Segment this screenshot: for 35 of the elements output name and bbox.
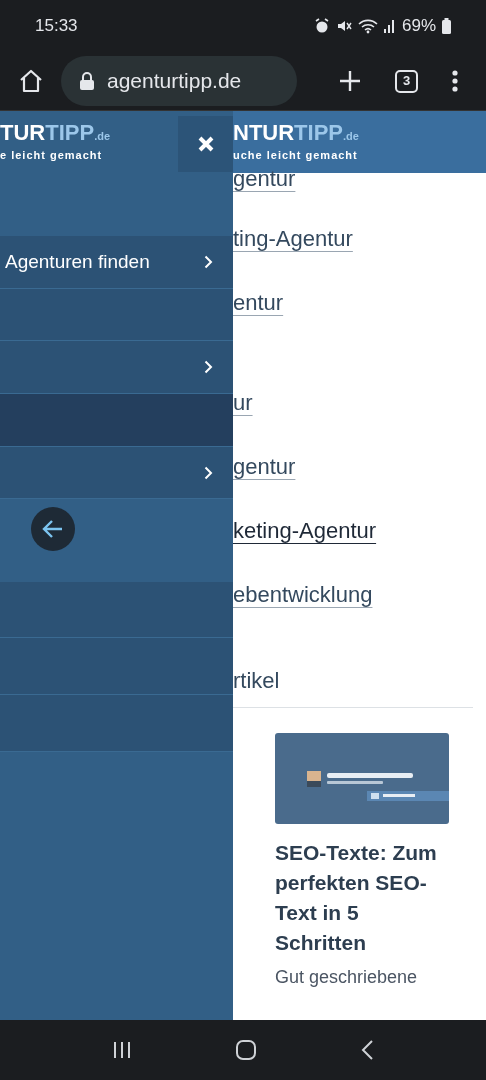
back-icon[interactable]	[360, 1039, 375, 1061]
back-button[interactable]	[31, 506, 75, 551]
new-tab-icon[interactable]	[339, 70, 361, 92]
content-link[interactable]: entur	[233, 293, 486, 313]
logo-tagline: uche leicht gemacht	[233, 148, 359, 164]
content-link[interactable]: ting-Agentur	[233, 229, 486, 249]
tab-count-button[interactable]: 3	[395, 69, 418, 93]
content-link[interactable]: gentur	[233, 457, 486, 477]
content-link[interactable]: ebentwicklung	[233, 585, 486, 605]
battery-icon	[442, 18, 451, 34]
arrow-left-icon	[42, 518, 64, 539]
section-heading: rtikel	[233, 669, 281, 693]
article-title[interactable]: SEO-Texte: Zum perfekten SEO-Text in 5 Schritten	[275, 838, 445, 958]
close-button[interactable]	[178, 116, 233, 172]
menu-item[interactable]: Agenturen finden	[0, 236, 233, 289]
battery-percentage: 69%	[401, 15, 436, 38]
alarm-icon	[313, 18, 330, 34]
wifi-icon	[357, 18, 378, 34]
recent-apps-icon[interactable]	[111, 1040, 132, 1060]
article-excerpt: Gut geschriebene	[275, 966, 419, 989]
address-bar[interactable]: agenturtipp.de	[61, 56, 297, 106]
site-logo[interactable]: NTURTIPP.de	[233, 122, 359, 145]
status-time: 15:33	[35, 15, 78, 38]
home-button-icon[interactable]	[235, 1039, 257, 1061]
logo-tagline: e leicht gemacht	[0, 148, 104, 164]
menu-icon[interactable]	[452, 70, 458, 92]
home-icon[interactable]	[18, 68, 44, 94]
site-logo[interactable]: TURTIPP.de	[0, 122, 111, 145]
lock-icon	[79, 72, 95, 90]
content-link[interactable]: keting-Agentur	[233, 521, 486, 541]
signal-icon	[383, 18, 396, 34]
content-link[interactable]: ur	[233, 393, 486, 413]
mute-icon	[335, 18, 352, 34]
close-icon	[197, 136, 214, 152]
content-link[interactable]: gentur	[233, 169, 486, 189]
